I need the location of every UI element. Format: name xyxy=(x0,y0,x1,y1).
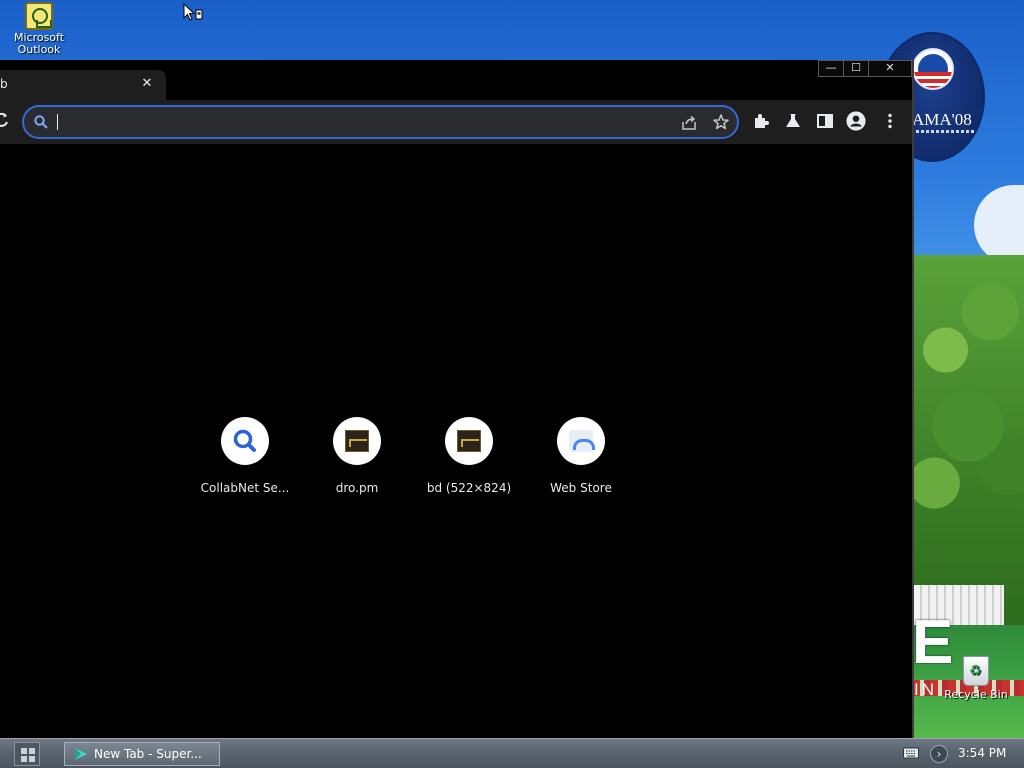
web-store-icon xyxy=(569,430,595,452)
campaign-logo-icon xyxy=(912,48,954,90)
start-menu-button[interactable] xyxy=(14,742,40,766)
profile-avatar-icon[interactable] xyxy=(846,111,866,131)
browser-titlebar: b ✕ — ☐ ✕ xyxy=(0,60,912,100)
desktop-icon-label: Microsoft Outlook xyxy=(13,32,65,56)
taskbar-item-browser[interactable]: New Tab - Super... xyxy=(64,742,220,766)
shortcut-label: dro.pm xyxy=(335,481,379,495)
shortcut-tile[interactable]: bd (522×824) xyxy=(413,417,525,497)
mouse-cursor-icon xyxy=(183,3,203,21)
side-panel-icon[interactable] xyxy=(815,111,835,131)
tray-expand-icon[interactable]: › xyxy=(930,745,948,763)
recycle-bin-icon xyxy=(963,656,989,686)
shortcut-label: CollabNet Se... xyxy=(200,481,290,495)
image-favicon xyxy=(345,430,369,452)
browser-app-icon xyxy=(75,748,87,760)
shortcut-tile[interactable]: dro.pm xyxy=(301,417,413,497)
shortcut-tile[interactable]: Web Store xyxy=(525,417,637,497)
shortcut-tile[interactable]: CollabNet Se... xyxy=(189,417,301,497)
wallpaper-trees xyxy=(912,255,1024,635)
reload-icon[interactable] xyxy=(0,111,10,129)
tab-new-tab[interactable]: b ✕ xyxy=(0,70,166,100)
desktop-icon-label: Recycle Bin xyxy=(944,688,1008,701)
shortcut-favicon xyxy=(445,417,493,465)
desktop-icon-outlook[interactable]: Microsoft Outlook xyxy=(0,2,81,56)
taskbar-item-label: New Tab - Super... xyxy=(94,747,202,761)
extensions-icon[interactable] xyxy=(751,111,771,131)
text-caret xyxy=(57,114,58,130)
search-favicon xyxy=(233,429,256,452)
address-bar[interactable] xyxy=(22,105,739,139)
maximize-button[interactable]: ☐ xyxy=(843,60,869,77)
keyboard-icon[interactable] xyxy=(903,747,919,759)
tab-close-icon[interactable]: ✕ xyxy=(139,76,155,92)
shortcut-favicon xyxy=(557,417,605,465)
minimize-button[interactable]: — xyxy=(818,60,844,77)
shortcut-favicon xyxy=(221,417,269,465)
search-icon xyxy=(34,115,48,129)
desktop-icon-recycle-bin[interactable]: Recycle Bin xyxy=(934,656,1018,701)
close-window-button[interactable]: ✕ xyxy=(868,60,912,77)
shortcut-label: Web Store xyxy=(550,481,612,495)
shortcut-favicon xyxy=(333,417,381,465)
shortcut-label: bd (522×824) xyxy=(426,481,512,495)
address-input[interactable] xyxy=(58,111,658,133)
menu-kebab-icon[interactable] xyxy=(880,111,900,131)
image-favicon xyxy=(457,430,481,452)
taskbar: New Tab - Super... › 3:54 PM xyxy=(0,738,1024,768)
browser-toolbar xyxy=(0,100,912,144)
share-icon[interactable] xyxy=(680,114,698,132)
wallpaper-badge-subtext xyxy=(916,130,976,133)
browser-window: b ✕ — ☐ ✕ CollabNet Se... dro.pm bd (522… xyxy=(0,60,914,738)
labs-flask-icon[interactable] xyxy=(783,111,803,131)
wallpaper-badge-text: AMA'08 xyxy=(912,110,972,129)
outlook-icon xyxy=(25,2,53,30)
taskbar-clock[interactable]: 3:54 PM xyxy=(958,746,1006,760)
tab-title: b xyxy=(0,77,8,91)
bookmark-star-icon[interactable] xyxy=(712,113,730,131)
